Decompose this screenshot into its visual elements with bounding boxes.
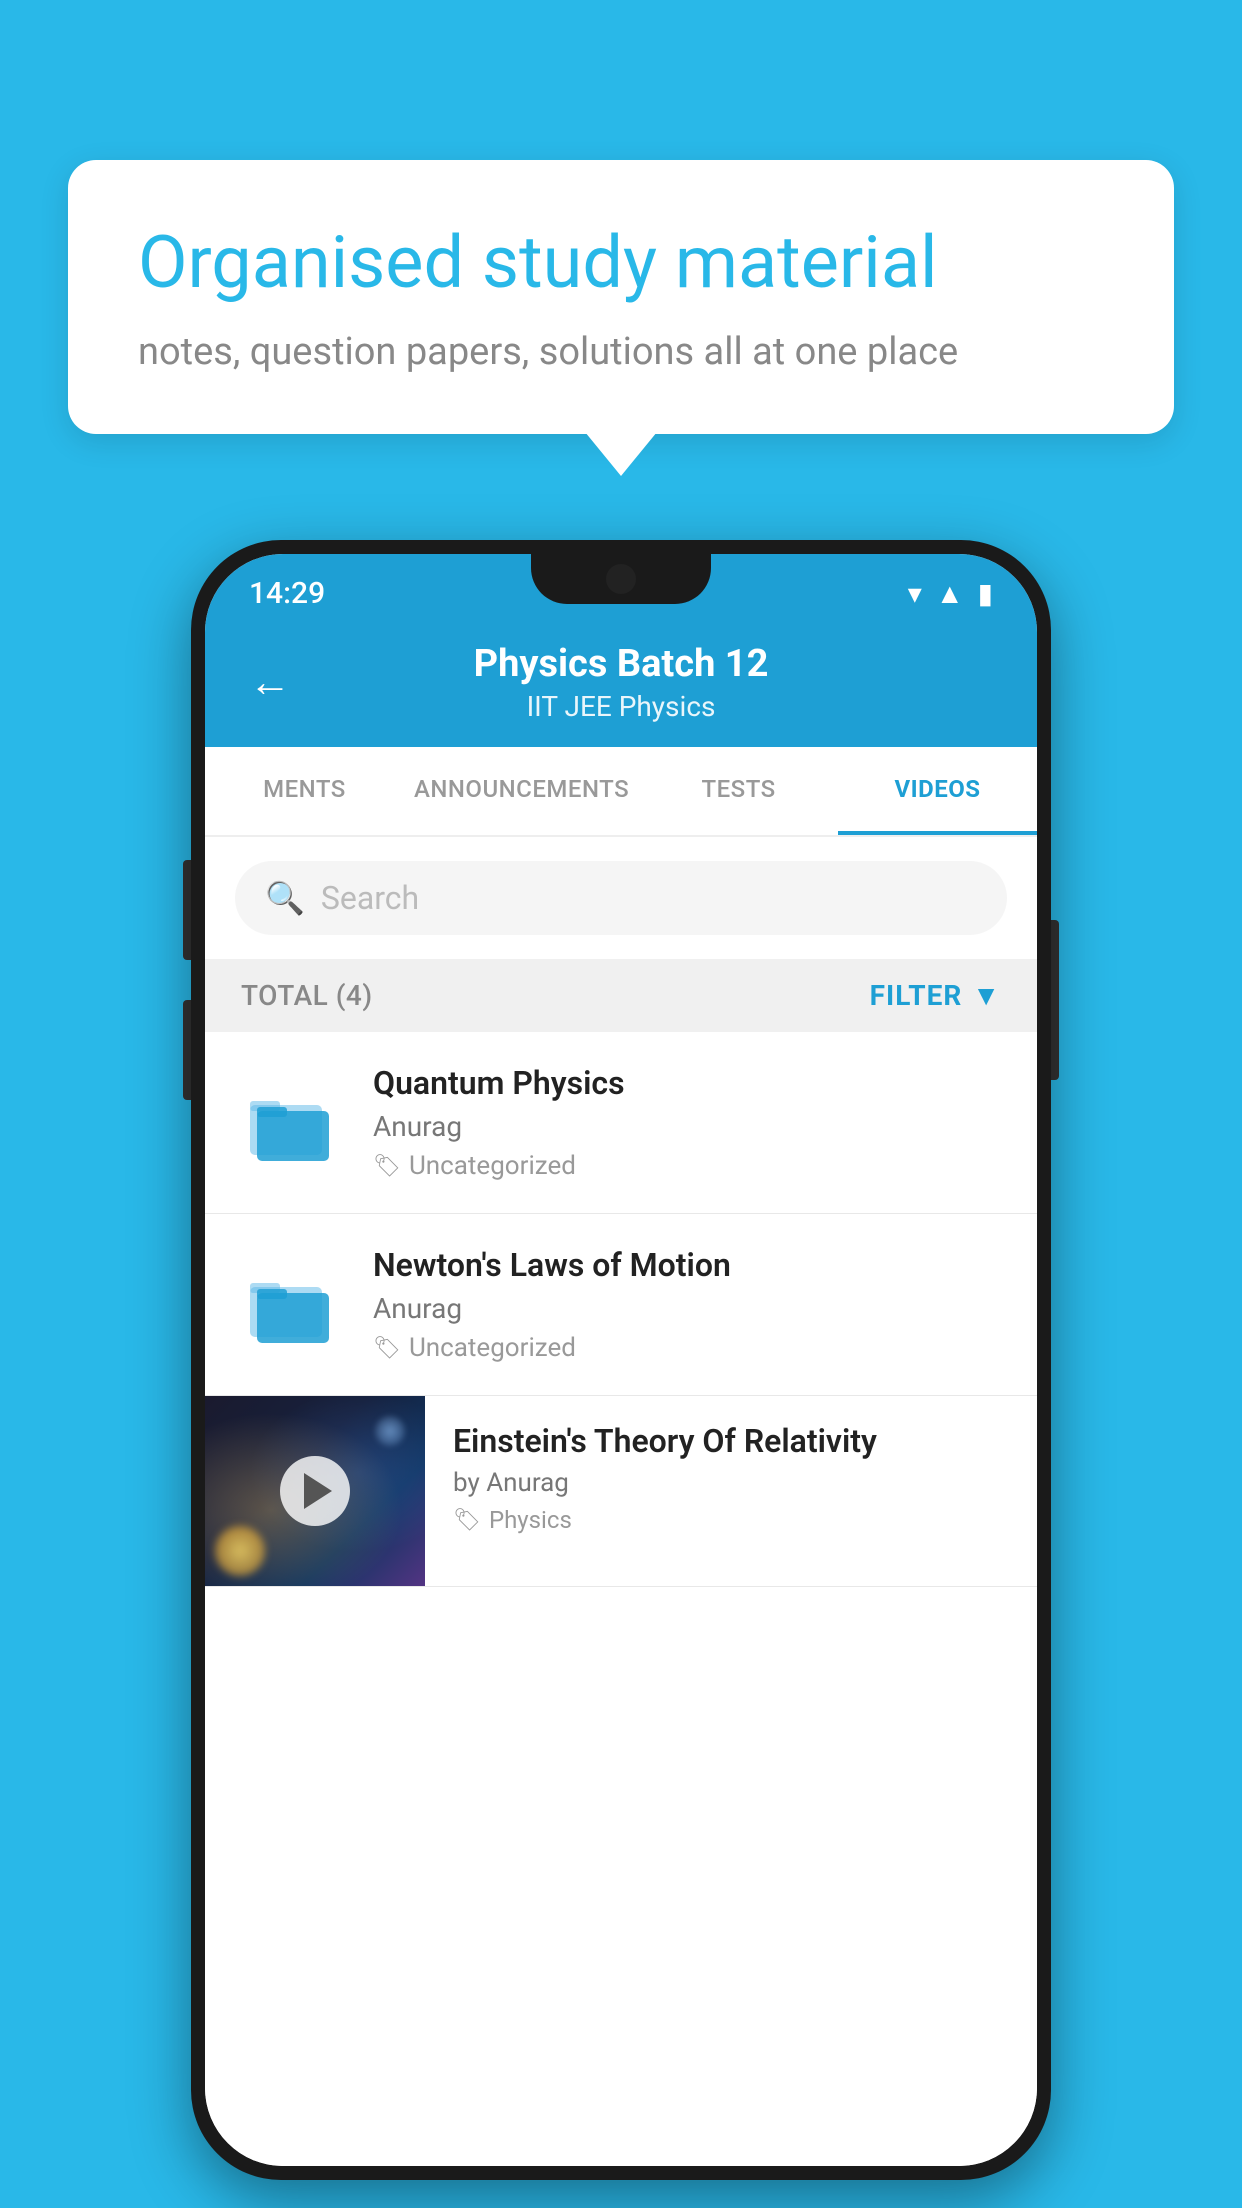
video-info: Quantum Physics Anurag 🏷 Uncategorized: [373, 1064, 1007, 1181]
folder-thumbnail: [235, 1068, 345, 1178]
video-info: Einstein's Theory Of Relativity by Anura…: [425, 1396, 1037, 1560]
tag-icon: 🏷: [453, 1508, 481, 1533]
speech-bubble: Organised study material notes, question…: [68, 160, 1174, 434]
folder-icon: [245, 1260, 335, 1350]
tab-ments[interactable]: MENTS: [205, 747, 404, 835]
camera: [606, 564, 636, 594]
video-title: Newton's Laws of Motion: [373, 1246, 1007, 1284]
tag-icon: 🏷: [373, 1154, 401, 1179]
play-button[interactable]: [280, 1456, 350, 1526]
video-tag: 🏷 Uncategorized: [373, 1151, 1007, 1181]
tag-label: Uncategorized: [409, 1151, 576, 1181]
video-tag: 🏷 Uncategorized: [373, 1333, 1007, 1363]
search-container: 🔍 Search: [205, 837, 1037, 959]
phone-screen: 14:29 ▾ ▲ ▮ ← Physics Batch 12 IIT JEE P…: [205, 554, 1037, 2166]
tag-label: Uncategorized: [409, 1333, 576, 1363]
app-header: ← Physics Batch 12 IIT JEE Physics: [205, 622, 1037, 747]
tabs-container: MENTS ANNOUNCEMENTS TESTS VIDEOS: [205, 747, 1037, 837]
back-button[interactable]: ←: [249, 658, 291, 707]
video-author: Anurag: [373, 1110, 1007, 1143]
battery-icon: ▮: [978, 577, 993, 610]
screen-content: 14:29 ▾ ▲ ▮ ← Physics Batch 12 IIT JEE P…: [205, 554, 1037, 2166]
filter-label: FILTER: [870, 979, 963, 1012]
list-item[interactable]: Newton's Laws of Motion Anurag 🏷 Uncateg…: [205, 1214, 1037, 1396]
wifi-icon: ▾: [908, 577, 922, 610]
total-count: TOTAL (4): [241, 979, 373, 1012]
play-triangle: [304, 1473, 332, 1509]
video-thumbnail: [205, 1396, 425, 1586]
glow-effect: [215, 1526, 265, 1576]
folder-thumbnail: [235, 1250, 345, 1360]
status-time: 14:29: [249, 576, 325, 611]
video-title: Quantum Physics: [373, 1064, 1007, 1102]
video-tag: 🏷 Physics: [453, 1506, 1009, 1534]
filter-bar: TOTAL (4) FILTER ▼: [205, 959, 1037, 1032]
video-info: Newton's Laws of Motion Anurag 🏷 Uncateg…: [373, 1246, 1007, 1363]
video-list: Quantum Physics Anurag 🏷 Uncategorized: [205, 1032, 1037, 2166]
header-title: Physics Batch 12: [321, 642, 921, 686]
tab-videos[interactable]: VIDEOS: [838, 747, 1037, 835]
phone-shell: 14:29 ▾ ▲ ▮ ← Physics Batch 12 IIT JEE P…: [191, 540, 1051, 2180]
search-placeholder: Search: [321, 879, 419, 917]
phone-mockup: 14:29 ▾ ▲ ▮ ← Physics Batch 12 IIT JEE P…: [191, 540, 1051, 2180]
tab-tests[interactable]: TESTS: [639, 747, 838, 835]
tab-announcements[interactable]: ANNOUNCEMENTS: [404, 747, 639, 835]
signal-icon: ▲: [936, 577, 964, 610]
tag-icon: 🏷: [373, 1336, 401, 1361]
volume-up-button[interactable]: [183, 860, 191, 960]
folder-icon: [245, 1078, 335, 1168]
header-center: Physics Batch 12 IIT JEE Physics: [321, 642, 921, 723]
list-item[interactable]: Quantum Physics Anurag 🏷 Uncategorized: [205, 1032, 1037, 1214]
video-author: by Anurag: [453, 1468, 1009, 1498]
search-icon: 🔍: [265, 879, 305, 917]
star-effect: [375, 1416, 405, 1446]
power-button[interactable]: [1051, 920, 1059, 1080]
status-icons: ▾ ▲ ▮: [908, 577, 993, 610]
video-author: Anurag: [373, 1292, 1007, 1325]
bubble-subtitle: notes, question papers, solutions all at…: [138, 330, 1104, 374]
filter-icon: ▼: [972, 979, 1001, 1012]
list-item[interactable]: Einstein's Theory Of Relativity by Anura…: [205, 1396, 1037, 1587]
volume-down-button[interactable]: [183, 1000, 191, 1100]
header-subtitle: IIT JEE Physics: [321, 690, 921, 723]
tag-label: Physics: [489, 1506, 572, 1534]
search-bar[interactable]: 🔍 Search: [235, 861, 1007, 935]
bubble-title: Organised study material: [138, 220, 1104, 306]
phone-notch: [531, 554, 711, 604]
video-title: Einstein's Theory Of Relativity: [453, 1422, 1009, 1460]
filter-button[interactable]: FILTER ▼: [870, 979, 1001, 1012]
